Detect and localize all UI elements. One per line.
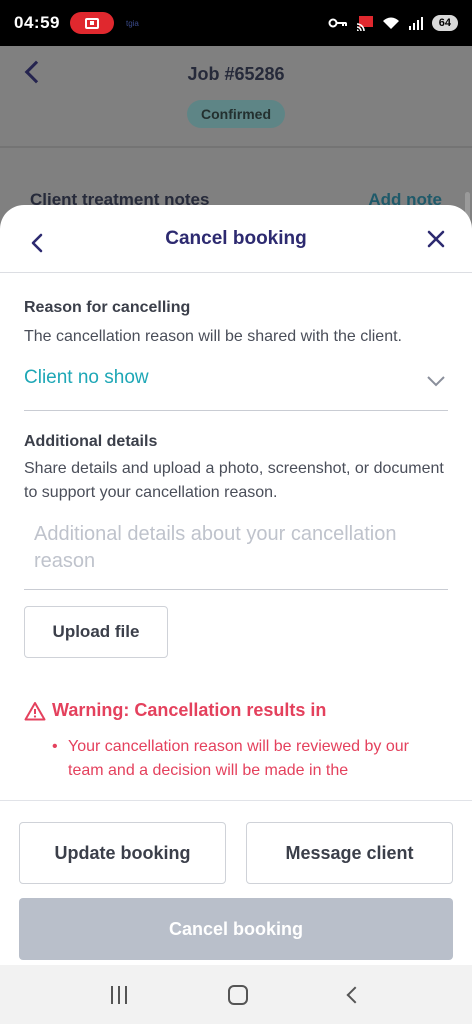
job-title: Job #65286 bbox=[187, 64, 285, 84]
cast-icon bbox=[356, 16, 373, 31]
screen-record-icon bbox=[69, 12, 114, 34]
sheet-footer: Update booking Message client Cancel boo… bbox=[0, 800, 472, 965]
status-icons: 64 bbox=[328, 15, 458, 31]
reason-help-text: The cancellation reason will be shared w… bbox=[24, 328, 402, 345]
status-badge: Confirmed bbox=[187, 100, 285, 128]
divider bbox=[0, 146, 472, 148]
back-icon[interactable] bbox=[346, 986, 364, 1003]
details-label: Additional details bbox=[24, 433, 158, 450]
signal-icon bbox=[408, 17, 423, 30]
home-icon[interactable] bbox=[227, 984, 248, 1005]
close-icon[interactable] bbox=[424, 227, 448, 251]
wifi-icon bbox=[382, 17, 399, 29]
status-tiny-text: tgia bbox=[125, 18, 139, 28]
upload-file-button[interactable]: Upload file bbox=[24, 606, 168, 658]
warning-box: Warning: Cancellation results in Your ca… bbox=[24, 700, 448, 783]
battery-indicator: 64 bbox=[431, 15, 458, 31]
back-chevron-icon[interactable] bbox=[26, 231, 50, 255]
reason-select[interactable]: Client no show bbox=[24, 367, 448, 411]
cancel-booking-button[interactable]: Cancel booking bbox=[19, 898, 453, 960]
system-nav-bar bbox=[0, 965, 472, 1024]
sheet-content: Reason for cancelling The cancellation r… bbox=[0, 299, 472, 783]
details-placeholder: Additional details about your cancellati… bbox=[34, 523, 397, 572]
message-client-button[interactable]: Message client bbox=[246, 822, 453, 884]
sheet-title: Cancel booking bbox=[165, 227, 307, 249]
details-help-text: Share details and upload a photo, screen… bbox=[24, 460, 444, 501]
key-icon bbox=[328, 18, 347, 28]
warning-icon bbox=[24, 701, 46, 720]
details-textarea[interactable]: Additional details about your cancellati… bbox=[24, 521, 448, 590]
status-time: 04:59 bbox=[14, 13, 60, 32]
status-bar: 04:59 tgia 64 bbox=[0, 0, 472, 46]
warning-item: Your cancellation reason will be reviewe… bbox=[24, 735, 448, 783]
reason-selected-value: Client no show bbox=[24, 367, 149, 388]
secondary-actions: Update booking Message client bbox=[0, 801, 472, 884]
update-booking-button[interactable]: Update booking bbox=[19, 822, 226, 884]
reason-label: Reason for cancelling bbox=[24, 299, 191, 316]
sheet-header: Cancel booking bbox=[0, 205, 472, 273]
recents-icon[interactable] bbox=[110, 985, 127, 1004]
warning-title-row: Warning: Cancellation results in bbox=[24, 700, 448, 721]
chevron-down-icon bbox=[427, 376, 445, 387]
warning-title: Warning: Cancellation results in bbox=[52, 700, 327, 720]
